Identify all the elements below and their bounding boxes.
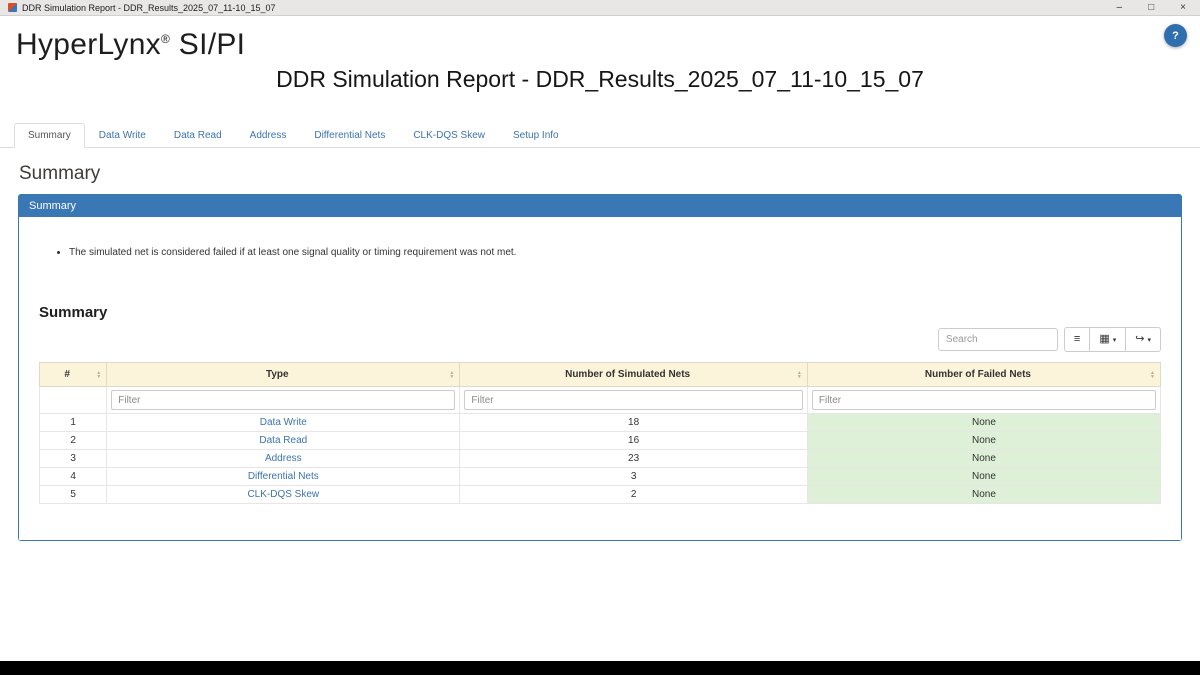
sort-icon[interactable] xyxy=(797,371,802,379)
brand-row: HyperLynx® SI/PI xyxy=(0,16,1200,62)
columns-icon: ▦ xyxy=(1099,334,1109,345)
column-header-type[interactable]: Type xyxy=(107,363,460,387)
export-icon: ↪ xyxy=(1135,334,1144,345)
filter-cell-index xyxy=(40,387,107,414)
table-row: 1 Data Write 18 None xyxy=(40,414,1161,432)
filter-cell-simulated xyxy=(460,387,808,414)
registered-mark: ® xyxy=(161,32,170,46)
summary-panel: Summary The simulated net is considered … xyxy=(18,194,1182,541)
table-row: 4 Differential Nets 3 None xyxy=(40,468,1161,486)
export-button[interactable]: ↪ ▾ xyxy=(1125,327,1161,352)
tab-clk-dqs-skew[interactable]: CLK-DQS Skew xyxy=(399,123,499,148)
simulated-nets-value: 23 xyxy=(460,450,808,468)
type-filter-input[interactable] xyxy=(111,390,455,410)
table-title: Summary xyxy=(39,304,1161,321)
type-link-address[interactable]: Address xyxy=(265,453,302,464)
failed-nets-value: None xyxy=(807,414,1160,432)
logo-suffix: SI/PI xyxy=(170,28,245,61)
type-link-data-write[interactable]: Data Write xyxy=(260,417,307,428)
filter-cell-type xyxy=(107,387,460,414)
type-link-clk-dqs-skew[interactable]: CLK-DQS Skew xyxy=(247,489,319,500)
simulated-nets-value: 18 xyxy=(460,414,808,432)
note-item: The simulated net is considered failed i… xyxy=(69,247,1161,258)
list-icon: ≡ xyxy=(1074,334,1080,345)
chevron-down-icon: ▾ xyxy=(1147,336,1151,344)
chevron-down-icon: ▾ xyxy=(1113,336,1117,344)
tab-differential-nets[interactable]: Differential Nets xyxy=(300,123,399,148)
tab-data-write[interactable]: Data Write xyxy=(85,123,160,148)
panel-body: The simulated net is considered failed i… xyxy=(19,217,1181,540)
row-index: 1 xyxy=(40,414,107,432)
column-header-label: Number of Failed Nets xyxy=(925,369,1031,380)
tab-bar: Summary Data Write Data Read Address Dif… xyxy=(0,123,1200,148)
notes-list: The simulated net is considered failed i… xyxy=(69,247,1161,258)
panel-header: Summary xyxy=(19,195,1181,217)
hyperlynx-logo: HyperLynx® SI/PI xyxy=(16,28,245,61)
close-button[interactable]: × xyxy=(1180,0,1186,16)
list-view-button[interactable]: ≡ xyxy=(1064,327,1090,352)
section-title: Summary xyxy=(19,163,1200,185)
page-title: DDR Simulation Report - DDR_Results_2025… xyxy=(0,66,1200,93)
type-link-data-read[interactable]: Data Read xyxy=(259,435,307,446)
summary-table: # Type Number of Simulated Nets Number o… xyxy=(39,362,1161,504)
table-button-group: ≡ ▦ ▾ ↪ ▾ xyxy=(1064,327,1161,352)
column-header-label: # xyxy=(64,369,70,380)
failed-nets-value: None xyxy=(807,432,1160,450)
window-title: DDR Simulation Report - DDR_Results_2025… xyxy=(22,3,275,13)
column-header-label: Type xyxy=(266,369,289,380)
tab-data-read[interactable]: Data Read xyxy=(160,123,236,148)
table-header-row: # Type Number of Simulated Nets Number o… xyxy=(40,363,1161,387)
window-controls: – □ × xyxy=(1117,0,1192,16)
bottom-bar xyxy=(0,661,1200,675)
row-index: 3 xyxy=(40,450,107,468)
tab-summary[interactable]: Summary xyxy=(14,123,85,148)
sort-icon[interactable] xyxy=(96,371,101,379)
maximize-button[interactable]: □ xyxy=(1148,0,1154,16)
table-filter-row xyxy=(40,387,1161,414)
filter-cell-failed xyxy=(807,387,1160,414)
sort-icon[interactable] xyxy=(1150,371,1155,379)
tab-setup-info[interactable]: Setup Info xyxy=(499,123,573,148)
failed-nets-value: None xyxy=(807,450,1160,468)
app-icon xyxy=(8,3,17,12)
failed-nets-value: None xyxy=(807,486,1160,504)
table-row: 3 Address 23 None xyxy=(40,450,1161,468)
window-titlebar: DDR Simulation Report - DDR_Results_2025… xyxy=(0,0,1200,16)
sort-icon[interactable] xyxy=(449,371,454,379)
failed-nets-filter-input[interactable] xyxy=(812,390,1156,410)
row-index: 4 xyxy=(40,468,107,486)
table-toolbar: ≡ ▦ ▾ ↪ ▾ xyxy=(39,327,1161,352)
simulated-nets-value: 16 xyxy=(460,432,808,450)
help-button[interactable]: ? xyxy=(1164,24,1187,47)
row-index: 5 xyxy=(40,486,107,504)
minimize-button[interactable]: – xyxy=(1117,0,1123,16)
column-header-index[interactable]: # xyxy=(40,363,107,387)
failed-nets-value: None xyxy=(807,468,1160,486)
column-header-label: Number of Simulated Nets xyxy=(565,369,690,380)
simulated-nets-value: 2 xyxy=(460,486,808,504)
type-link-differential-nets[interactable]: Differential Nets xyxy=(248,471,319,482)
row-index: 2 xyxy=(40,432,107,450)
logo-name: HyperLynx xyxy=(16,28,161,61)
columns-button[interactable]: ▦ ▾ xyxy=(1089,327,1126,352)
simulated-nets-filter-input[interactable] xyxy=(464,390,803,410)
search-input[interactable] xyxy=(938,328,1058,351)
table-row: 5 CLK-DQS Skew 2 None xyxy=(40,486,1161,504)
tab-address[interactable]: Address xyxy=(236,123,301,148)
column-header-failed-nets[interactable]: Number of Failed Nets xyxy=(807,363,1160,387)
column-header-simulated-nets[interactable]: Number of Simulated Nets xyxy=(460,363,808,387)
table-row: 2 Data Read 16 None xyxy=(40,432,1161,450)
simulated-nets-value: 3 xyxy=(460,468,808,486)
